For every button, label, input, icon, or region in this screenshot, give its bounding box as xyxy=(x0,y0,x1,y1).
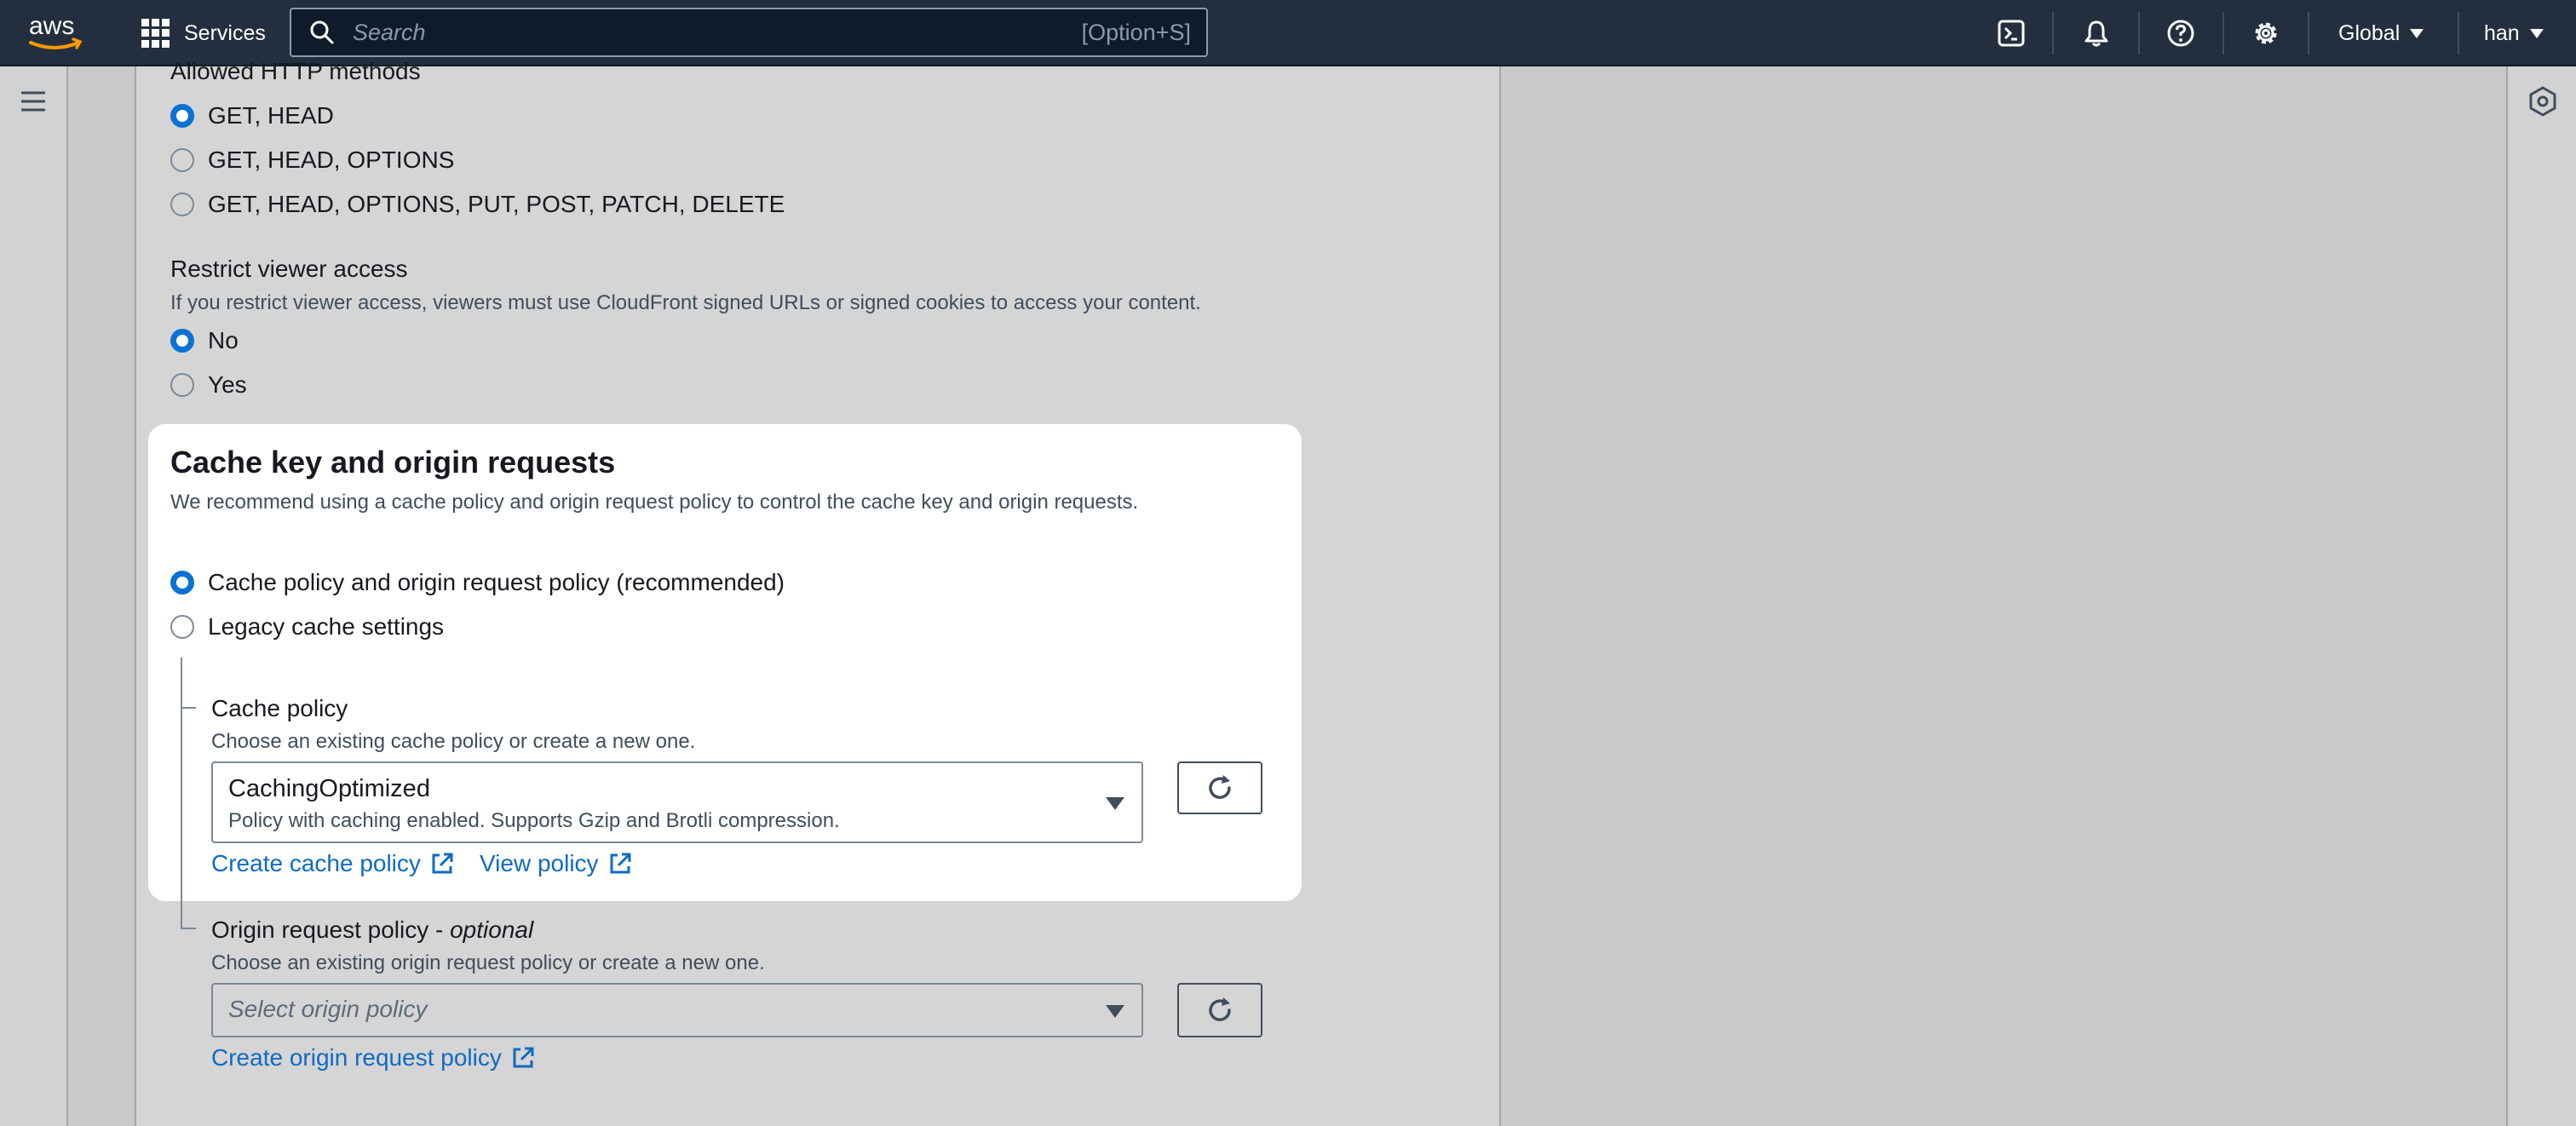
caret-down-icon xyxy=(1106,1005,1124,1018)
origin-request-policy-title: Origin request policy - optional xyxy=(211,916,533,944)
view-policy-label: View policy xyxy=(480,850,599,876)
cache-policy-refresh-button[interactable] xyxy=(1177,761,1262,814)
restrict-access-option-label: Yes xyxy=(208,371,247,398)
allowed-methods-radio-get-head[interactable] xyxy=(170,104,194,128)
cache-policy-selected-description: Policy with caching enabled. Supports Gz… xyxy=(228,809,840,832)
allowed-methods-radio-get-head-options[interactable] xyxy=(170,148,194,172)
cache-key-radio-policy[interactable] xyxy=(170,571,194,595)
nav-divider xyxy=(2222,12,2224,55)
refresh-icon xyxy=(1209,775,1231,799)
search-placeholder: Search xyxy=(353,19,426,45)
svg-text:aws: aws xyxy=(29,12,74,40)
create-origin-request-policy-label: Create origin request policy xyxy=(211,1044,502,1071)
cache-key-title: Cache key and origin requests xyxy=(170,445,616,480)
top-navigation: aws Services Search [Option+S] Global ha… xyxy=(0,0,2576,66)
external-link-icon xyxy=(513,1047,534,1068)
services-menu[interactable]: Services xyxy=(141,17,266,49)
cache-policy-select[interactable]: CachingOptimized Policy with caching ena… xyxy=(211,761,1143,843)
restrict-access-option-label: No xyxy=(208,327,239,353)
origin-request-policy-title-text: Origin request policy - xyxy=(211,916,451,943)
services-label: Services xyxy=(184,20,266,45)
restrict-access-radio-no[interactable] xyxy=(170,329,194,353)
nav-divider xyxy=(2308,12,2309,55)
cache-key-description: We recommend using a cache policy and or… xyxy=(170,491,1139,514)
right-side-rail xyxy=(2506,66,2576,1126)
cache-policy-title: Cache policy xyxy=(211,695,348,721)
caret-down-icon xyxy=(1106,797,1124,810)
restrict-access-description: If you restrict viewer access, viewers m… xyxy=(170,291,1201,314)
restrict-access-title: Restrict viewer access xyxy=(170,256,408,282)
cache-key-radio-legacy[interactable] xyxy=(170,615,194,639)
nav-divider xyxy=(2052,12,2054,55)
tree-connector xyxy=(181,658,182,928)
view-policy-link[interactable]: View policy xyxy=(480,850,633,877)
search-input[interactable]: Search [Option+S] xyxy=(290,8,1208,57)
origin-request-policy-refresh-button[interactable] xyxy=(1177,983,1262,1037)
allowed-methods-title: Allowed HTTP methods xyxy=(170,58,421,84)
region-selector[interactable]: Global xyxy=(2338,17,2424,49)
nav-divider xyxy=(2138,12,2140,55)
origin-request-policy-select[interactable]: Select origin policy xyxy=(211,983,1143,1037)
aws-logo[interactable]: aws xyxy=(27,10,87,55)
account-menu[interactable]: han xyxy=(2484,17,2544,49)
cache-policy-description: Choose an existing cache policy or creat… xyxy=(211,730,696,753)
external-link-icon xyxy=(432,853,453,874)
allowed-methods-option-label: GET, HEAD, OPTIONS xyxy=(208,146,455,173)
hamburger-menu-icon[interactable] xyxy=(19,87,48,116)
caret-down-icon xyxy=(2529,28,2544,38)
allowed-methods-option-label: GET, HEAD xyxy=(208,102,334,129)
cloudshell-icon[interactable] xyxy=(1994,16,2028,50)
create-origin-request-policy-link[interactable]: Create origin request policy xyxy=(211,1044,536,1071)
tree-connector xyxy=(181,707,196,709)
allowed-methods-option-label: GET, HEAD, OPTIONS, PUT, POST, PATCH, DE… xyxy=(208,191,785,217)
notifications-bell-icon[interactable] xyxy=(2079,16,2113,50)
origin-request-policy-description: Choose an existing origin request policy… xyxy=(211,951,765,974)
nav-divider xyxy=(2458,12,2459,55)
cache-key-option-label: Cache policy and origin request policy (… xyxy=(208,569,785,595)
caret-down-icon xyxy=(2410,28,2424,38)
cache-policy-selected-value: CachingOptimized xyxy=(228,775,430,802)
restrict-access-radio-yes[interactable] xyxy=(170,373,194,397)
external-link-icon xyxy=(610,853,631,874)
tools-hexagon-icon[interactable] xyxy=(2527,85,2559,118)
search-shortcut: [Option+S] xyxy=(1081,19,1191,45)
allowed-methods-radio-all[interactable] xyxy=(170,192,194,216)
settings-gear-icon[interactable] xyxy=(2249,16,2283,50)
region-label: Global xyxy=(2338,20,2401,45)
search-icon xyxy=(310,20,334,44)
cache-key-option-label: Legacy cache settings xyxy=(208,613,445,640)
user-label: han xyxy=(2484,20,2520,45)
create-cache-policy-label: Create cache policy xyxy=(211,850,421,876)
create-cache-policy-link[interactable]: Create cache policy xyxy=(211,850,455,877)
origin-request-policy-placeholder: Select origin policy xyxy=(228,996,428,1022)
grid-icon xyxy=(141,19,170,48)
optional-label: optional xyxy=(450,916,534,943)
help-icon[interactable] xyxy=(2164,16,2198,50)
tree-connector xyxy=(181,928,196,929)
left-side-rail xyxy=(0,66,68,1126)
refresh-icon xyxy=(1209,997,1231,1021)
